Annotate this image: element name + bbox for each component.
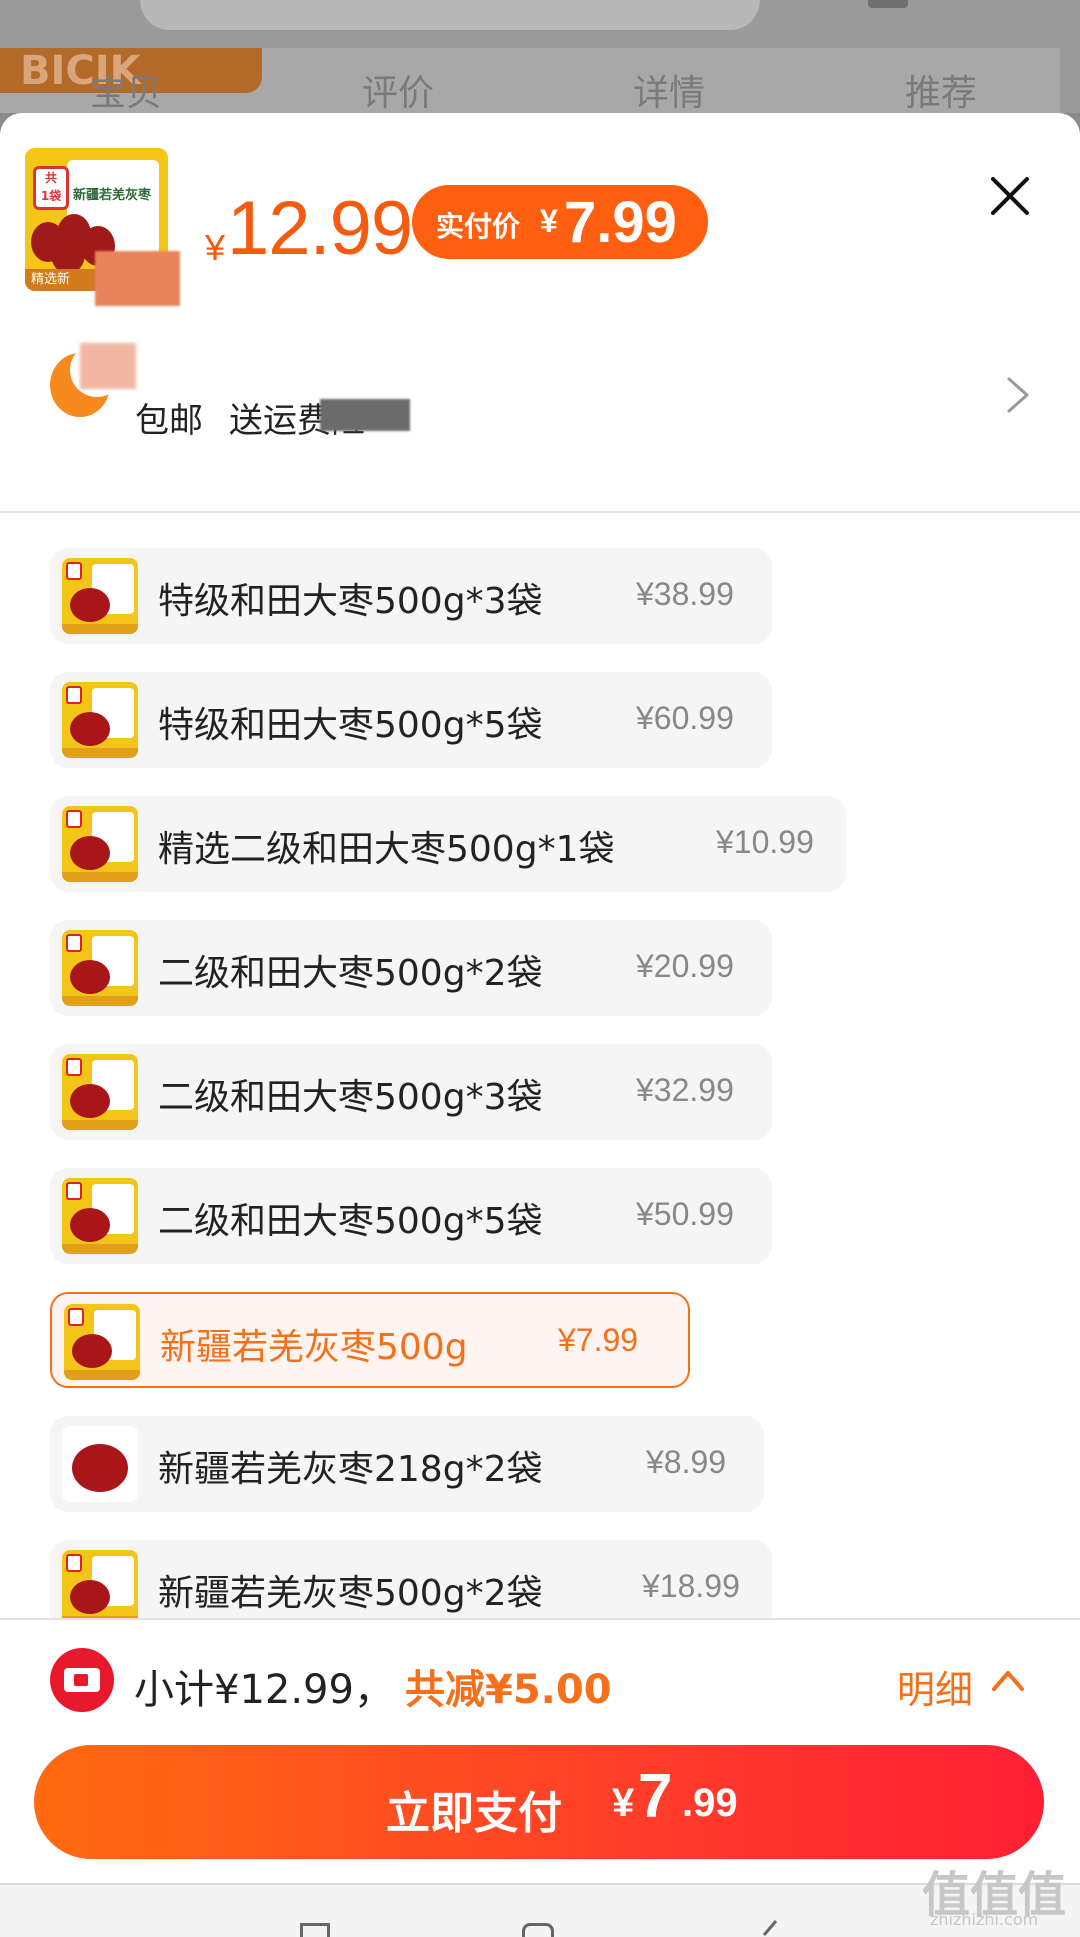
divider [0, 1883, 1080, 1885]
sku-price: ¥8.99 [646, 1444, 727, 1480]
sku-thumbnail [62, 930, 138, 1006]
sku-option[interactable]: 特级和田大枣500g*3袋 ¥38.99 [50, 548, 772, 644]
sku-thumbnail [62, 1054, 138, 1130]
background-search-bar [140, 0, 760, 30]
paid-price-label: 实付价 [436, 210, 521, 243]
sku-price: ¥20.99 [636, 948, 734, 984]
sku-name: 新疆若羌灰枣500g [160, 1327, 468, 1368]
sku-thumbnail [62, 558, 138, 634]
background-tab-details: 详情 [633, 73, 706, 113]
close-icon [991, 177, 1029, 215]
back-key-icon[interactable] [758, 1919, 782, 1937]
sku-name: 新疆若羌灰枣500g*2袋 [158, 1573, 543, 1614]
pay-amount-dec: .99 [682, 1781, 738, 1825]
sku-option[interactable]: 精选二级和田大枣500g*1袋 ¥10.99 [50, 796, 846, 892]
sku-name: 二级和田大枣500g*3袋 [158, 1077, 543, 1118]
redacted-area [80, 343, 136, 389]
product-pack-title: 新疆若羌灰枣 [73, 188, 152, 203]
sku-option[interactable]: 二级和田大枣500g*3袋 ¥32.99 [50, 1044, 772, 1140]
price-currency: ¥ [205, 227, 226, 268]
detail-button[interactable]: 明细 [897, 1659, 973, 1714]
paid-price-badge: 实付价 ¥ 7.99 [412, 185, 708, 259]
sku-name: 特级和田大枣500g*5袋 [158, 705, 543, 746]
close-button[interactable] [985, 171, 1035, 221]
sku-name: 二级和田大枣500g*2袋 [158, 953, 543, 994]
sku-name: 二级和田大枣500g*5袋 [158, 1201, 543, 1242]
subtotal-text: 小计¥12.99， [134, 1667, 394, 1713]
divider [0, 1618, 1080, 1620]
sku-thumbnail [62, 1550, 138, 1626]
sku-thumbnail [62, 682, 138, 758]
background-tabs: 宝贝 评价 详情 推荐 [0, 64, 1080, 113]
shipping-promo-row[interactable]: 包邮 送运费险 [0, 343, 1080, 473]
sku-option[interactable]: 特级和田大枣500g*5袋 ¥60.99 [50, 672, 772, 768]
paid-price-currency: ¥ [540, 203, 558, 239]
coupon-icon [50, 1648, 114, 1712]
price-value: 12.99 [227, 186, 413, 271]
sku-price: ¥38.99 [636, 576, 734, 612]
pay-amount-int: 7 [638, 1762, 673, 1831]
background-tab-reviews: 评价 [362, 73, 435, 113]
sku-picker-sheet: 新疆若羌灰枣 共 1袋 精选新 ¥ 12.99 实付价 ¥ 7.99 包邮 送运 [0, 113, 1080, 1883]
chevron-right-icon [1007, 377, 1029, 413]
sku-price: ¥32.99 [636, 1072, 734, 1108]
sku-option[interactable]: 二级和田大枣500g*5袋 ¥50.99 [50, 1168, 772, 1264]
sku-price: ¥18.99 [642, 1568, 740, 1604]
sku-name: 新疆若羌灰枣218g*2袋 [158, 1449, 543, 1490]
product-count-tag: 共 1袋 [33, 166, 69, 210]
pay-currency: ¥ [612, 1781, 635, 1825]
sku-name: 精选二级和田大枣500g*1袋 [158, 829, 615, 870]
redacted-area [320, 399, 410, 431]
paid-price-value: 7.99 [564, 190, 677, 255]
background-tab-baobei: 宝贝 [90, 73, 163, 113]
sku-price: ¥10.99 [716, 824, 814, 860]
watermark-url: zhizhizhi.com [930, 1910, 1039, 1929]
pay-now-button[interactable]: 立即支付 ¥ 7 .99 [34, 1745, 1044, 1859]
sku-option-selected[interactable]: 新疆若羌灰枣500g ¥7.99 [50, 1292, 690, 1388]
sku-name: 特级和田大枣500g*3袋 [158, 581, 543, 622]
background-tab-recommend: 推荐 [905, 73, 978, 113]
pay-now-label: 立即支付 [386, 1788, 562, 1839]
system-nav-bar [0, 1883, 1080, 1937]
sku-price: ¥60.99 [636, 700, 734, 736]
chevron-up-icon[interactable] [990, 1665, 1026, 1695]
redacted-area [95, 251, 180, 306]
menu-key-icon[interactable] [300, 1923, 330, 1937]
sku-thumbnail [62, 806, 138, 882]
sku-price: ¥50.99 [636, 1196, 734, 1232]
sku-option[interactable]: 新疆若羌灰枣218g*2袋 ¥8.99 [50, 1416, 764, 1512]
background-page: BICIK 宝贝 评价 详情 推荐 [0, 0, 1080, 113]
home-key-icon[interactable] [522, 1923, 554, 1937]
sku-thumbnail [64, 1304, 140, 1380]
discount-text: 共减¥5.00 [405, 1667, 612, 1713]
sku-price: ¥7.99 [558, 1322, 639, 1358]
free-shipping-label: 包邮 [135, 401, 203, 441]
background-cart-icon [868, 0, 908, 8]
sku-thumbnail [62, 1426, 138, 1502]
sku-thumbnail [62, 1178, 138, 1254]
sku-option[interactable]: 二级和田大枣500g*2袋 ¥20.99 [50, 920, 772, 1016]
